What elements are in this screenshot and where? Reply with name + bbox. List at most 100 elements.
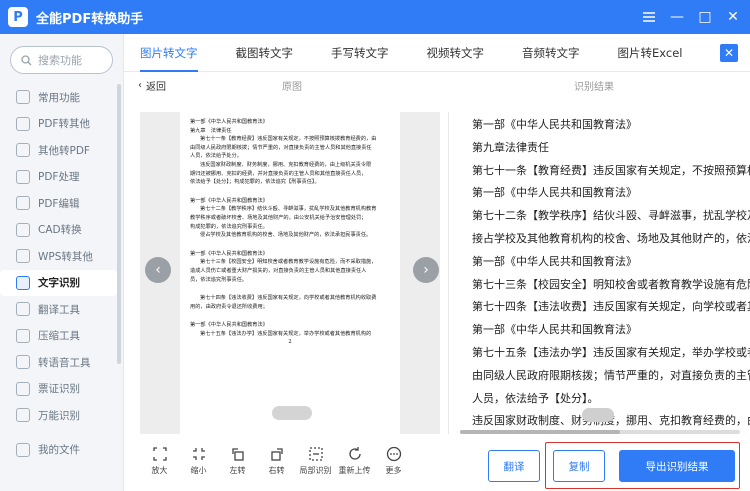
sidebar-item-8[interactable]: 翻译工具 [0, 296, 123, 323]
tab-1[interactable]: 截图转文字 [236, 34, 294, 72]
ticket-icon [16, 381, 30, 396]
search-input[interactable]: 搜索功能 [10, 46, 113, 74]
tab-3[interactable]: 视频转文字 [427, 34, 485, 72]
result-line: 第七十五条【违法办学】违反国家有关规定，举办学校或者其他 [472, 345, 750, 359]
result-line: 第一部《中华人民共和国教育法》 [472, 254, 637, 268]
original-line: 第一部《中华人民共和国教育法》 [190, 250, 268, 257]
original-line: 第七十一条【教育经费】违反国家有关规定，不按照预算核拨教育经费的，由 [200, 136, 377, 143]
sidebar-item-10[interactable]: 转语音工具 [0, 349, 123, 376]
window-controls: — □ ✕ [638, 6, 744, 28]
sidebar-item-9[interactable]: 压缩工具 [0, 323, 123, 350]
compress-icon [16, 328, 30, 343]
sidebar-item-label: 常用功能 [38, 91, 80, 104]
menu-icon[interactable] [638, 6, 660, 28]
close-button[interactable]: ✕ [722, 6, 744, 28]
toolbar-rotate-left-button[interactable]: 左转 [218, 446, 257, 476]
sidebar-item-label: WPS转其他 [38, 250, 93, 263]
result-line: 接占学校及其他教育机构的校舍、场地及其他财产的，依法承担 [472, 231, 750, 245]
original-line: 由同级人民政府限期核拨；情节严重的，对直接负责的主管人员和其他直接责任 [190, 144, 372, 151]
sidebar-item-label: 压缩工具 [38, 330, 80, 343]
result-scrollbar[interactable] [460, 430, 740, 434]
sidebar-item-label: 其他转PDF [38, 144, 90, 157]
app-logo-icon: P [8, 7, 28, 27]
star-icon [16, 90, 30, 105]
original-line: 第七十二条【教学秩序】结伙斗殴、寻衅滋事，扰乱学校及其他教育机构教育 [200, 206, 377, 213]
ocr-icon [16, 275, 30, 290]
original-line: 第一部《中华人民共和国教育法》 [190, 322, 268, 329]
more-icon [386, 446, 401, 462]
app-title: 全能PDF转换助手 [36, 11, 144, 27]
zoom-in-icon [152, 447, 167, 461]
toolbar-label: 局部识别 [299, 466, 332, 475]
sidebar-item-4[interactable]: PDF编辑 [0, 190, 123, 217]
sidebar-item-11[interactable]: 票证识别 [0, 376, 123, 403]
original-line: 第一部《中华人民共和国教育法》 [190, 119, 268, 125]
sidebar-item-label: CAD转换 [38, 224, 82, 237]
chevron-left-icon: ‹ [138, 79, 142, 91]
toolbar-more-button[interactable]: 更多 [374, 446, 413, 476]
toolbar-zoom-out-button[interactable]: 缩小 [179, 446, 218, 476]
pdf-process-icon [16, 169, 30, 184]
reupload-icon [348, 447, 361, 460]
original-line: 构成犯罪的，依法追究刑事责任。 [190, 223, 268, 230]
sidebar-item-1[interactable]: PDF转其他 [0, 111, 123, 138]
original-line: 依法给予【处分】；构成犯罪的，依法追究【刑事责任】。 [190, 179, 320, 186]
original-line: 2 [288, 339, 292, 346]
to-pdf-icon [16, 143, 30, 158]
document-page: 第一部《中华人民共和国教育法》 第九章 法律责任 第七十一条【教育经费】违反国家有关… [180, 112, 400, 434]
voice-icon [16, 355, 30, 370]
result-line: 第九章法律责任 [472, 140, 549, 154]
sidebar-item-2[interactable]: 其他转PDF [0, 137, 123, 164]
tab-4[interactable]: 音频转文字 [522, 34, 580, 72]
pdf-edit-icon [16, 196, 30, 211]
toolbar-label: 缩小 [190, 466, 207, 475]
result-line: 由同级人民政府限期核拨；情节严重的，对直接负责的主管人员和 [472, 368, 750, 382]
original-line: 第七十五条【违法办学】违反国家有关规定，举办学校或者其他教育机构的 [200, 330, 372, 337]
next-page-button[interactable]: › [413, 257, 439, 283]
original-line: 违反国家财政制度、财务制度，挪用、克扣教育经费的，由上级机关责令限 [200, 161, 372, 168]
sidebar-item-5[interactable]: CAD转换 [0, 217, 123, 244]
translate-button[interactable]: 翻译 [488, 450, 540, 482]
panel-divider [448, 112, 449, 434]
tab-5[interactable]: 图片转Excel [618, 34, 683, 72]
toolbar-zoom-in-button[interactable]: 放大 [140, 446, 179, 476]
toolbar-rotate-right-button[interactable]: 右转 [257, 446, 296, 476]
toolbar-label: 重新上传 [338, 466, 371, 475]
maximize-button[interactable]: □ [694, 6, 716, 28]
original-line: 侵占学校及其他教育机构的校舍、场地及其他财产的，依法承担民事责任。 [200, 232, 372, 239]
rotate-left-icon [231, 448, 244, 461]
sidebar-item-label: 万能识别 [38, 409, 80, 422]
close-icon[interactable]: ✕ [720, 44, 738, 62]
sidebar-item-12[interactable]: 万能识别 [0, 402, 123, 429]
original-header: 原图 [282, 81, 302, 93]
toolbar-partial-recognize-button[interactable]: 局部识别 [296, 446, 335, 476]
highlight-annotation [545, 442, 740, 489]
sidebar-item-0[interactable]: 常用功能 [0, 84, 123, 111]
universal-icon [16, 408, 30, 423]
folder-icon [16, 442, 30, 457]
tab-0[interactable]: 图片转文字 [140, 34, 198, 72]
sidebar-item-3[interactable]: PDF处理 [0, 164, 123, 191]
wps-icon [16, 249, 30, 264]
toolbar-label: 放大 [151, 466, 168, 475]
result-text-panel[interactable]: 第一部《中华人民共和国教育法》 第九章法律责任 第七十一条【教育经费】违反国家有关规… [456, 112, 750, 432]
sidebar-scrollbar[interactable] [117, 84, 121, 364]
result-line: 第一部《中华人民共和国教育法》 [472, 323, 637, 337]
toolbar-label: 右转 [268, 466, 285, 475]
toolbar-reupload-button[interactable]: 重新上传 [335, 446, 374, 476]
tab-2[interactable]: 手写转文字 [331, 34, 389, 72]
minimize-button[interactable]: — [666, 6, 688, 28]
cad-icon [16, 222, 30, 237]
prev-page-button[interactable]: ‹ [145, 257, 171, 283]
sidebar-item-7[interactable]: 文字识别 [0, 269, 117, 296]
search-placeholder: 搜索功能 [38, 54, 82, 67]
original-line: 员，依法追究刑事责任。 [190, 276, 248, 283]
sidebar-item-my-files[interactable]: 我的文件 [0, 437, 123, 464]
zoom-out-icon [192, 448, 205, 460]
result-line: 第七十三条【校园安全】明知校舍或者教育教学设施有危险，而 [472, 277, 750, 291]
partial-recognize-icon [308, 447, 323, 461]
back-button[interactable]: ‹ 返回 [138, 78, 166, 93]
sidebar-item-6[interactable]: WPS转其他 [0, 243, 123, 270]
